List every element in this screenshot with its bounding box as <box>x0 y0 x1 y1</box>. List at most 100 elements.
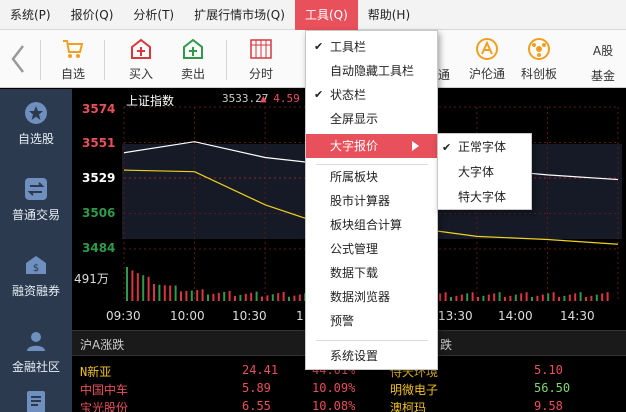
check-icon: ✔ <box>314 40 324 53</box>
volume-bar <box>250 292 253 301</box>
volume-bar <box>531 296 533 301</box>
volume-bar <box>228 290 231 301</box>
menu-item-sector[interactable]: 所属板块 <box>306 165 437 189</box>
index-change: ▲ 4.59 <box>260 92 300 105</box>
menu-help[interactable]: 帮助(H) <box>358 0 420 30</box>
timeshare-button[interactable]: 分时 <box>236 34 286 84</box>
volume-bar <box>158 284 161 301</box>
volume-bar <box>201 289 204 301</box>
volume-bar <box>277 293 280 301</box>
volume-bar <box>131 270 134 301</box>
menu-item-system-settings[interactable]: 系统设置 <box>306 344 437 368</box>
document-icon[interactable] <box>24 389 48 412</box>
volume-bar <box>455 295 458 301</box>
ranking-left-tab[interactable]: 沪A涨跌 <box>80 336 124 353</box>
kechuang-button[interactable]: 科创板 <box>514 34 564 84</box>
menu-item-alert[interactable]: 预警 <box>306 309 437 333</box>
volume-bar <box>590 295 593 301</box>
volume-bar <box>498 292 501 301</box>
buy-button[interactable]: 买入 <box>116 34 166 84</box>
volume-bar <box>180 291 182 301</box>
menu-item-sector-combo-calc[interactable]: 板块组合计算 <box>306 213 437 237</box>
nav-trading[interactable]: 普通交易 <box>0 165 72 237</box>
x-tick-1030: 10:30 <box>232 309 267 323</box>
sell-button[interactable]: 卖出 <box>168 34 218 84</box>
volume-bar <box>234 295 236 301</box>
volume-bar <box>493 293 496 301</box>
hulun-button[interactable]: 沪伦通 <box>462 34 512 84</box>
stock-price-right: 56.50 <box>534 381 571 395</box>
menu-system[interactable]: 系统(P) <box>0 0 61 30</box>
favorites-label: 自选 <box>60 67 85 81</box>
stock-price: 5.89 <box>242 381 271 395</box>
volume-bar <box>126 267 128 301</box>
menu-item-status-bar[interactable]: ✔ 状态栏 <box>306 83 437 107</box>
menu-item-data-download[interactable]: 数据下载 <box>306 261 437 285</box>
table-row[interactable]: 中国中车 5.89 10.09% 明微电子 56.50 <box>72 381 626 399</box>
menu-analysis[interactable]: 分析(T) <box>123 0 184 30</box>
stock-pct: 10.09% <box>312 381 356 395</box>
nav-community[interactable]: 金融社区 <box>0 317 72 389</box>
volume-bar <box>212 293 215 301</box>
stock-name: 宝光股份 <box>80 401 129 412</box>
volume-bar <box>450 296 452 301</box>
x-tick-0930: 09:30 <box>106 309 141 323</box>
stock-pct: 10.08% <box>312 399 356 412</box>
volume-bar <box>169 285 172 301</box>
toolbar-separator <box>104 40 105 80</box>
volume-bar <box>190 290 193 301</box>
volume-bar <box>266 295 269 301</box>
a-share-fund-button[interactable]: A股 基金 <box>580 34 626 84</box>
kechuang-icon <box>527 37 551 61</box>
nav-trading-label: 普通交易 <box>11 208 60 222</box>
volume-bar <box>552 292 555 301</box>
volume-bar <box>255 291 258 301</box>
nav-margin-label: 融资融券 <box>11 284 60 298</box>
volume-bar <box>547 293 550 301</box>
menu-item-stock-calculator[interactable]: 股市计算器 <box>306 189 437 213</box>
nav-favorites[interactable]: 自选股 <box>0 89 72 161</box>
left-navigation: 自选股 普通交易 $ 融资融券 金融社区 <box>0 89 72 412</box>
table-row[interactable]: 宝光股份 6.55 10.08% 澳柯玛 9.58 <box>72 399 626 412</box>
menu-item-large-font-quote[interactable]: 大字报价 <box>306 134 437 158</box>
nav-margin[interactable]: $ 融资融券 <box>0 241 72 313</box>
submenu-extra-large-font[interactable]: 特大字体 <box>438 185 531 210</box>
back-arrow-icon[interactable] <box>8 42 28 76</box>
menu-tools[interactable]: 工具(Q) <box>294 0 358 30</box>
volume-bar <box>504 296 506 301</box>
volume-label: 491万 <box>74 272 109 286</box>
volume-bar <box>477 296 479 301</box>
menu-extended-market[interactable]: 扩展行情市场(Q) <box>184 0 295 30</box>
check-icon: ✔ <box>442 141 452 154</box>
volume-bar <box>185 291 188 301</box>
menu-item-toolbar[interactable]: ✔ 工具栏 <box>306 35 437 59</box>
y-tick-3506: 3506 <box>82 206 116 220</box>
ranking-right-tab[interactable]: 跌 <box>440 336 452 353</box>
volume-bar <box>174 285 177 301</box>
menu-item-auto-hide-toolbar[interactable]: 自动隐藏工具栏 <box>306 59 437 83</box>
menu-item-data-browser[interactable]: 数据浏览器 <box>306 285 437 309</box>
volume-bar <box>239 294 242 301</box>
timeshare-icon <box>249 37 273 61</box>
partial-toolbar-label: 通 <box>438 68 451 82</box>
stock-price-right: 9.58 <box>534 399 563 412</box>
menu-quote[interactable]: 报价(Q) <box>61 0 124 30</box>
fund-label: 基金 <box>590 69 615 83</box>
menu-item-formula-manager[interactable]: 公式管理 <box>306 237 437 261</box>
check-icon: ✔ <box>314 88 324 101</box>
submenu-large-font[interactable]: 大字体 <box>438 160 531 185</box>
favorites-button[interactable]: 自选 <box>48 34 98 84</box>
volume-bar <box>487 294 490 301</box>
y-tick-3574: 3574 <box>82 102 116 116</box>
menu-item-fullscreen[interactable]: 全屏显示 <box>306 107 437 131</box>
volume-bar <box>207 294 209 301</box>
x-tick-1330: 13:30 <box>438 309 473 323</box>
margin-icon: $ <box>24 253 48 277</box>
hulun-label: 沪伦通 <box>468 67 505 81</box>
submenu-arrow-icon <box>412 141 419 151</box>
volume-bar <box>147 276 150 301</box>
volume-bar <box>439 293 442 301</box>
volume-bar <box>482 295 485 301</box>
submenu-normal-font[interactable]: ✔ 正常字体 <box>438 135 531 160</box>
buy-icon <box>129 37 153 61</box>
